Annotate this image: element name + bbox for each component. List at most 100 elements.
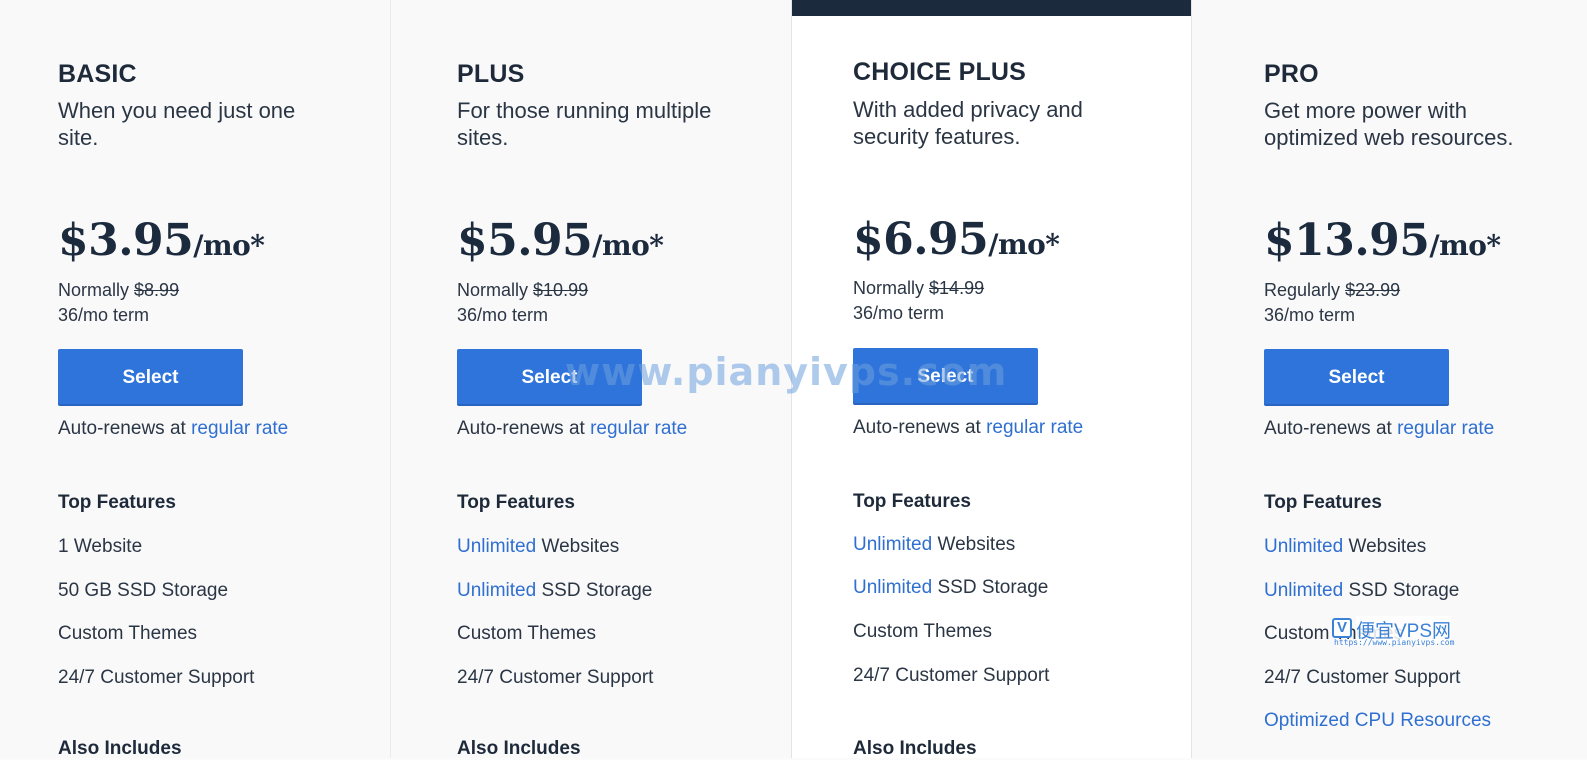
feature-text: Custom Themes xyxy=(457,623,597,644)
regular-rate-link[interactable]: regular rate xyxy=(986,417,1083,438)
feature-text: 50 GB SSD Storage xyxy=(58,580,229,601)
feature-item: Unlimited SSD Storage xyxy=(1264,580,1459,602)
feature-item: Unlimited SSD Storage xyxy=(853,577,1048,599)
select-button-plus[interactable]: Select xyxy=(457,349,642,406)
plan-price: $3.95/mo* xyxy=(58,215,265,266)
plan-price: $13.95/mo* xyxy=(1264,215,1501,266)
normal-price: $10.99 xyxy=(533,280,589,300)
feature-item: 24/7 Customer Support xyxy=(1264,667,1460,689)
feature-highlight-link[interactable]: Unlimited xyxy=(1264,536,1343,557)
feature-highlight-link[interactable]: Unlimited xyxy=(457,580,536,601)
term-text: 36/mo term xyxy=(58,305,150,325)
feature-highlight-link[interactable]: Unlimited xyxy=(1264,580,1343,601)
plan-card-pro: PRO Get more power with optimized web re… xyxy=(1192,0,1587,758)
plan-description: Get more power with optimized web resour… xyxy=(1264,98,1514,150)
plan-name: PRO xyxy=(1264,60,1319,88)
also-includes-title: Also Includes xyxy=(457,738,581,759)
autorenew-line: Auto-renews at regular rate xyxy=(853,417,1083,439)
select-button-choice-plus[interactable]: Select xyxy=(853,348,1038,405)
feature-text: SSD Storage xyxy=(1343,580,1460,601)
feature-text: SSD Storage xyxy=(932,577,1049,598)
term-text: 36/mo term xyxy=(457,305,549,325)
plan-description: With added privacy and security features… xyxy=(853,97,1083,149)
price-unit: /mo* xyxy=(193,229,265,262)
autorenew-line: Auto-renews at regular rate xyxy=(457,418,687,440)
top-features-title: Top Features xyxy=(853,491,971,512)
price-amount: $13.95 xyxy=(1264,215,1430,266)
feature-item: Unlimited Websites xyxy=(853,534,1015,556)
normal-price-line: Regularly $23.99 xyxy=(1264,278,1400,303)
feature-item: 1 Website xyxy=(58,536,142,558)
feature-item: Unlimited SSD Storage xyxy=(457,580,652,602)
feature-item: Custom Themes xyxy=(58,623,197,645)
plan-name: BASIC xyxy=(58,60,137,88)
also-includes-title: Also Includes xyxy=(853,738,977,759)
plan-card-plus: PLUS For those running multiple sites. $… xyxy=(390,0,791,759)
select-button-basic[interactable]: Select xyxy=(58,349,243,406)
feature-highlight-link[interactable]: Optimized CPU Resources xyxy=(1264,710,1491,731)
feature-highlight-link[interactable]: Unlimited xyxy=(853,577,932,598)
feature-text: Websites xyxy=(932,534,1016,555)
also-includes-title: Also Includes xyxy=(58,738,182,759)
normal-price: $23.99 xyxy=(1345,280,1401,300)
regular-rate-link[interactable]: regular rate xyxy=(1397,418,1494,439)
top-features-title: Top Features xyxy=(58,492,176,513)
select-button-pro[interactable]: Select xyxy=(1264,349,1449,406)
feature-item: Unlimited Websites xyxy=(1264,536,1426,558)
feature-text: Custom Themes xyxy=(58,623,198,644)
feature-item: Optimized CPU Resources xyxy=(1264,710,1491,732)
feature-text: Custom Themes xyxy=(853,621,993,642)
pricing-grid: BASIC When you need just one site. $3.95… xyxy=(0,0,1587,759)
feature-highlight-link[interactable]: Unlimited xyxy=(457,536,536,557)
plan-card-basic: BASIC When you need just one site. $3.95… xyxy=(0,0,390,759)
normal-price: $8.99 xyxy=(134,280,180,300)
term-text: 36/mo term xyxy=(1264,305,1356,325)
feature-item: 50 GB SSD Storage xyxy=(58,580,228,602)
autorenew-text: Auto-renews at xyxy=(853,417,987,438)
autorenew-text: Auto-renews at xyxy=(1264,418,1398,439)
autorenew-line: Auto-renews at regular rate xyxy=(1264,418,1494,440)
normal-price-label: Normally xyxy=(58,280,130,300)
plan-card-choice-plus: CHOICE PLUS With added privacy and secur… xyxy=(791,0,1192,759)
price-unit: /mo* xyxy=(1429,229,1501,262)
plan-name: PLUS xyxy=(457,60,525,88)
feature-text: 1 Website xyxy=(58,536,143,557)
plan-description: When you need just one site. xyxy=(58,98,296,150)
regular-rate-link[interactable]: regular rate xyxy=(191,418,288,439)
normal-price-line: Normally $10.99 xyxy=(457,278,588,303)
feature-item: Custom Themes xyxy=(1264,623,1403,645)
price-amount: $6.95 xyxy=(853,214,989,265)
feature-text: 24/7 Customer Support xyxy=(1264,667,1461,688)
feature-text: 24/7 Customer Support xyxy=(58,667,255,688)
autorenew-text: Auto-renews at xyxy=(58,418,192,439)
plan-price: $6.95/mo* xyxy=(853,214,1060,265)
feature-text: Custom Themes xyxy=(1264,623,1404,644)
autorenew-text: Auto-renews at xyxy=(457,418,591,439)
plan-name: CHOICE PLUS xyxy=(853,58,1027,86)
price-unit: /mo* xyxy=(988,228,1060,261)
featured-plan-bar xyxy=(792,0,1191,16)
feature-item: Unlimited Websites xyxy=(457,536,619,558)
top-features-title: Top Features xyxy=(457,492,575,513)
feature-item: 24/7 Customer Support xyxy=(853,665,1049,687)
term-text: 36/mo term xyxy=(853,303,945,323)
feature-text: Websites xyxy=(536,536,620,557)
feature-text: 24/7 Customer Support xyxy=(457,667,654,688)
price-amount: $3.95 xyxy=(58,215,194,266)
price-amount: $5.95 xyxy=(457,215,593,266)
top-features-title: Top Features xyxy=(1264,492,1382,513)
autorenew-line: Auto-renews at regular rate xyxy=(58,418,288,440)
normal-price-line: Normally $14.99 xyxy=(853,276,984,301)
feature-item: 24/7 Customer Support xyxy=(457,667,653,689)
feature-text: SSD Storage xyxy=(536,580,653,601)
feature-text: Websites xyxy=(1343,536,1427,557)
feature-item: 24/7 Customer Support xyxy=(58,667,254,689)
feature-item: Custom Themes xyxy=(853,621,992,643)
price-unit: /mo* xyxy=(592,229,664,262)
normal-price-line: Normally $8.99 xyxy=(58,278,179,303)
feature-highlight-link[interactable]: Unlimited xyxy=(853,534,932,555)
regular-rate-link[interactable]: regular rate xyxy=(590,418,687,439)
feature-text: 24/7 Customer Support xyxy=(853,665,1050,686)
normal-price-label: Normally xyxy=(457,280,529,300)
normal-price-label: Regularly xyxy=(1264,280,1341,300)
